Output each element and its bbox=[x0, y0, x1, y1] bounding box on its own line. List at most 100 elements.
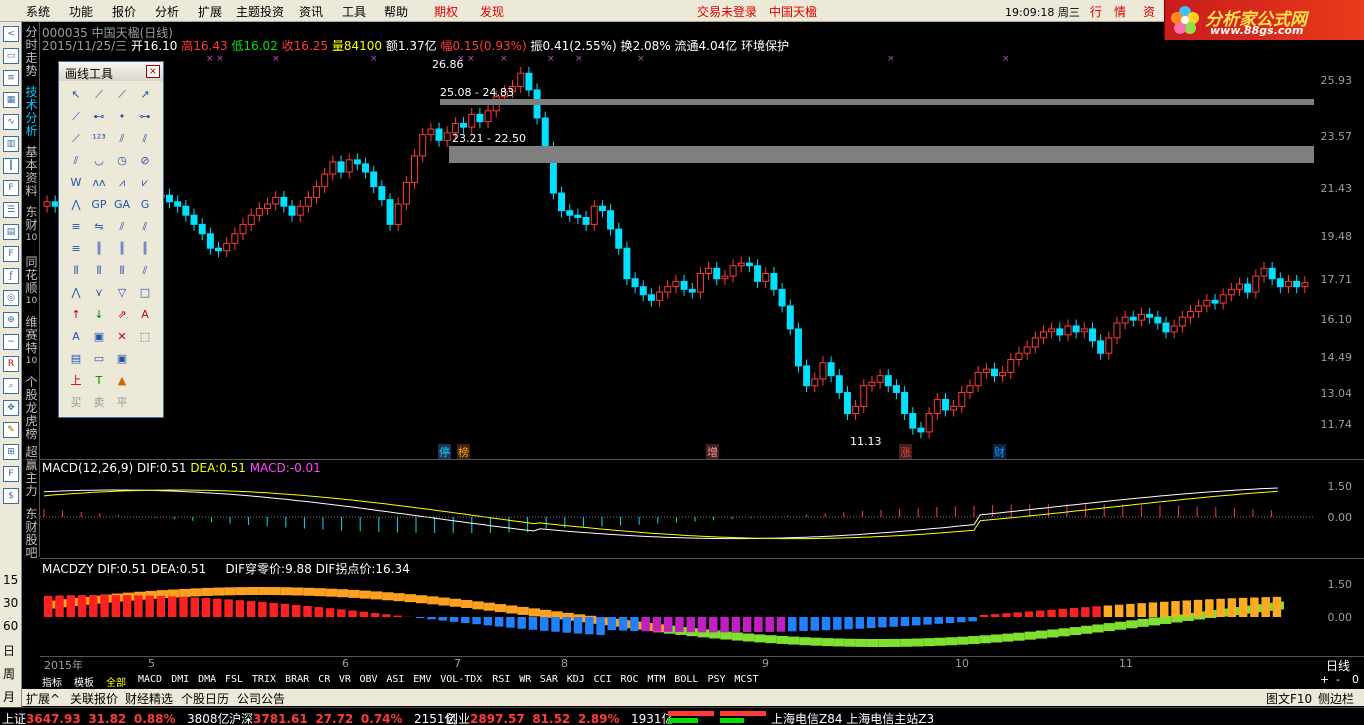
spiral-tool-icon[interactable]: ⇋ bbox=[90, 218, 108, 236]
candle[interactable] bbox=[386, 199, 394, 225]
candle[interactable] bbox=[1178, 316, 1186, 327]
candle[interactable] bbox=[1219, 294, 1227, 304]
candle[interactable] bbox=[1268, 267, 1276, 280]
candle[interactable] bbox=[541, 117, 549, 149]
candle[interactable] bbox=[631, 278, 639, 288]
indicator-tab[interactable]: CR bbox=[318, 674, 330, 685]
candle[interactable] bbox=[737, 262, 745, 267]
vtab-dragon-tiger[interactable]: 个股龙虎榜 bbox=[24, 376, 39, 441]
candle[interactable] bbox=[607, 210, 615, 230]
arrow-tool-icon[interactable]: ↗ bbox=[136, 86, 154, 104]
indicator-tab[interactable]: DMI bbox=[171, 674, 189, 685]
zoom-reset-button[interactable]: 0 bbox=[1352, 673, 1359, 686]
candle[interactable] bbox=[1301, 282, 1309, 288]
event-marker-suspend[interactable]: 停 bbox=[438, 444, 451, 460]
fibh-tool-icon[interactable]: ≡ bbox=[67, 240, 85, 258]
formula-icon[interactable]: ƒ bbox=[3, 268, 19, 284]
candle[interactable] bbox=[1203, 299, 1211, 307]
indicator-tab[interactable]: VR bbox=[339, 674, 351, 685]
box-tool-icon[interactable]: ▣ bbox=[90, 328, 108, 346]
candle[interactable] bbox=[835, 375, 843, 393]
candle[interactable] bbox=[713, 267, 721, 280]
tab-qing[interactable]: 情 bbox=[1114, 3, 1126, 20]
pencil-icon[interactable]: ✎ bbox=[3, 422, 19, 438]
vtab-weisaite[interactable]: 维赛特 10 bbox=[24, 316, 39, 368]
menu-help[interactable]: 帮助 bbox=[384, 3, 408, 20]
candle[interactable] bbox=[206, 233, 214, 249]
candle[interactable] bbox=[729, 265, 737, 277]
trend-tool-icon[interactable]: ⋀ bbox=[67, 284, 85, 302]
buy-tool[interactable]: 买 bbox=[67, 394, 85, 412]
candle[interactable] bbox=[174, 201, 182, 207]
candle[interactable] bbox=[901, 391, 909, 415]
candle[interactable] bbox=[1072, 325, 1080, 333]
candle[interactable] bbox=[517, 72, 525, 88]
back-icon[interactable]: < bbox=[3, 26, 19, 42]
trade-login-status[interactable]: 交易未登录 bbox=[697, 3, 757, 20]
candle[interactable] bbox=[272, 196, 280, 205]
candle[interactable] bbox=[884, 375, 892, 387]
candle[interactable] bbox=[1121, 316, 1129, 324]
text-flag-icon[interactable]: ▲ bbox=[113, 372, 131, 390]
candle[interactable] bbox=[639, 286, 647, 296]
candle[interactable] bbox=[321, 173, 329, 188]
candle[interactable] bbox=[280, 196, 288, 207]
tab-f10-text[interactable]: 图文F10 bbox=[1266, 690, 1312, 707]
candle[interactable] bbox=[892, 385, 900, 393]
candle[interactable] bbox=[411, 155, 419, 183]
rsi-icon[interactable]: R bbox=[3, 356, 19, 372]
arc-tool-icon[interactable]: ◡ bbox=[90, 152, 108, 170]
menu-function[interactable]: 功能 bbox=[69, 3, 93, 20]
candle[interactable] bbox=[1048, 328, 1056, 333]
tab-hang[interactable]: 行 bbox=[1090, 3, 1102, 20]
candle[interactable] bbox=[582, 216, 590, 225]
f12-icon[interactable]: F bbox=[3, 246, 19, 262]
rectangle-tool-icon[interactable]: □ bbox=[136, 284, 154, 302]
candle[interactable] bbox=[337, 161, 345, 173]
candle[interactable] bbox=[623, 247, 631, 280]
gann-tool-icon[interactable]: G bbox=[136, 196, 154, 214]
candle[interactable] bbox=[917, 427, 925, 433]
indicator-tab[interactable]: VOL-TDX bbox=[440, 674, 482, 685]
ga-tool-icon[interactable]: GA bbox=[113, 196, 131, 214]
candle[interactable] bbox=[435, 128, 443, 141]
up-arrow-tool-icon[interactable]: ↑ bbox=[67, 306, 85, 324]
screenshot-tool-icon[interactable]: ▣ bbox=[113, 350, 131, 368]
candle[interactable] bbox=[827, 362, 835, 377]
candle[interactable] bbox=[909, 413, 917, 429]
parallel-tool-icon[interactable]: ⫽ bbox=[136, 130, 154, 148]
candle[interactable] bbox=[468, 113, 476, 128]
pattern-tool-icon[interactable]: ʌʌ bbox=[90, 174, 108, 192]
minute-chart-icon[interactable]: ▭ bbox=[3, 48, 19, 64]
candle[interactable] bbox=[860, 385, 868, 407]
menu-system[interactable]: 系统 bbox=[26, 3, 50, 20]
f10-icon[interactable]: F bbox=[3, 180, 19, 196]
indicator-tab[interactable]: EMV bbox=[413, 674, 431, 685]
candle[interactable] bbox=[1260, 267, 1268, 277]
candle[interactable] bbox=[1080, 328, 1088, 333]
candle[interactable] bbox=[1088, 328, 1096, 342]
indicator-tab[interactable]: FSL bbox=[225, 674, 243, 685]
candle[interactable] bbox=[304, 196, 312, 207]
zoom-icon[interactable]: ⊕ bbox=[3, 312, 19, 328]
candle[interactable] bbox=[313, 186, 321, 198]
point-tool-icon[interactable]: • bbox=[113, 108, 131, 126]
parallel2-tool-icon[interactable]: ⫽ bbox=[113, 218, 131, 236]
indicator-tab[interactable]: CCI bbox=[594, 674, 612, 685]
target-icon[interactable]: ◎ bbox=[3, 290, 19, 306]
candle[interactable] bbox=[688, 288, 696, 293]
indicator-icon[interactable]: ~ bbox=[3, 334, 19, 350]
text-tool-icon[interactable]: A bbox=[136, 306, 154, 324]
candle[interactable] bbox=[370, 171, 378, 188]
candle[interactable] bbox=[345, 159, 353, 173]
candle[interactable] bbox=[1293, 280, 1301, 288]
bar-chart-icon[interactable]: ▥ bbox=[3, 136, 19, 152]
candle[interactable] bbox=[558, 192, 566, 212]
event-marker-increase[interactable]: 增 bbox=[706, 444, 719, 460]
candle[interactable] bbox=[1162, 322, 1170, 333]
event-marker-finance[interactable]: 财 bbox=[993, 444, 1006, 460]
kline-chart[interactable]: 26.86 25.08 - 24.83 23.21 - 22.50 11.13 … bbox=[40, 55, 1314, 460]
indicator-tab[interactable]: MTM bbox=[647, 674, 665, 685]
menu-tools[interactable]: 工具 bbox=[342, 3, 366, 20]
candle[interactable] bbox=[525, 72, 533, 91]
